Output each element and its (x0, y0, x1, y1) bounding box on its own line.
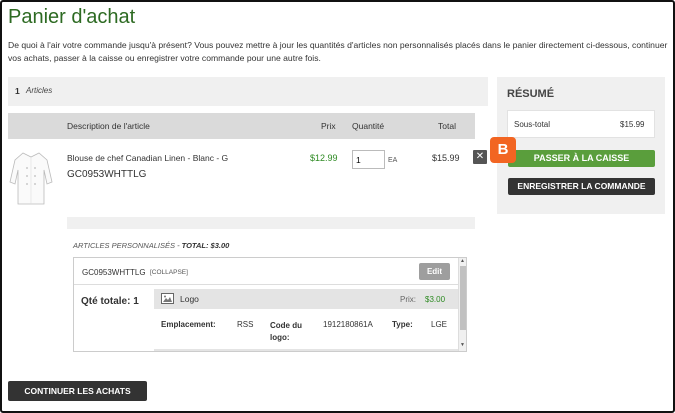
logo-code-value: 1912180861A (323, 320, 373, 329)
column-description: Description de l'article (67, 121, 150, 131)
personalization-total: TOTAL: $3.00 (181, 241, 230, 250)
logo-price-label: Prix: (400, 295, 416, 304)
page-title: Panier d'achat (8, 6, 136, 28)
personalization-scrollbar[interactable]: ▲ ▼ (458, 258, 466, 351)
type-label: Type: (392, 320, 413, 329)
save-order-button[interactable]: ENREGISTRER LA COMMANDE (508, 178, 655, 195)
column-quantity: Quantité (352, 121, 385, 131)
personalization-title: ARTICLES PERSONNALISÉS - TOTAL: $3.00 (73, 241, 229, 250)
subtotal-row: Sous-total $15.99 (507, 110, 655, 138)
remove-item-button[interactable]: ✕ (473, 150, 487, 164)
scroll-up-arrow-icon[interactable]: ▲ (460, 258, 465, 264)
quantity-unit: EA (388, 157, 398, 164)
total-quantity: Qté totale: 1 (81, 296, 139, 307)
product-sku: GC0953WHTTLG (67, 169, 147, 180)
column-price: Prix (321, 121, 336, 131)
location-value: RSS (237, 320, 254, 329)
order-summary: RÉSUMÉ Sous-total $15.99 PASSER À LA CAI… (497, 77, 665, 214)
personalization-sku: GC0953WHTTLG (82, 268, 146, 277)
cart-header: 1 Articles (8, 77, 488, 106)
location-label: Emplacement: (161, 320, 216, 329)
subtotal-value: $15.99 (620, 120, 645, 129)
product-name[interactable]: Blouse de chef Canadian Linen - Blanc - … (67, 153, 228, 163)
image-icon (161, 293, 174, 304)
logo-code-label: Code du logo: (270, 321, 302, 342)
quantity-input[interactable] (352, 150, 385, 169)
logo-price-value: $3.00 (425, 295, 446, 304)
cart-item-count-label: Articles (26, 86, 53, 95)
column-header-row: Description de l'article Prix Quantité T… (8, 113, 475, 139)
cart-item-count: 1 (15, 86, 20, 96)
subtotal-label: Sous-total (514, 120, 551, 129)
personalization-header-row: GC0953WHTTLG [COLLAPSE] Edit (74, 258, 458, 285)
logo-label: Logo (180, 294, 199, 304)
product-total: $15.99 (432, 153, 460, 163)
collapse-link[interactable]: [COLLAPSE] (150, 269, 188, 276)
scroll-thumb[interactable] (460, 266, 466, 330)
personalization-panel: GC0953WHTTLG [COLLAPSE] Edit Qté totale:… (73, 257, 467, 352)
logo-row-footer (154, 349, 458, 351)
checkout-button[interactable]: PASSER À LA CAISSE (508, 150, 655, 167)
summary-title: RÉSUMÉ (507, 88, 555, 100)
annotation-badge: B (490, 137, 516, 163)
item-divider (67, 217, 475, 229)
product-image[interactable] (9, 150, 53, 206)
edit-button[interactable]: Edit (419, 263, 450, 280)
scroll-down-arrow-icon[interactable]: ▼ (460, 342, 465, 348)
continue-shopping-button[interactable]: CONTINUER LES ACHATS (8, 381, 147, 401)
product-price: $12.99 (310, 153, 338, 163)
logo-row: Logo Prix: $3.00 (154, 289, 458, 309)
column-total: Total (438, 121, 456, 131)
intro-text: De quoi à l'air votre commande jusqu'à p… (8, 40, 668, 63)
type-value: LGE (431, 320, 448, 329)
personalization-title-label: ARTICLES PERSONNALISÉS - (73, 241, 182, 250)
